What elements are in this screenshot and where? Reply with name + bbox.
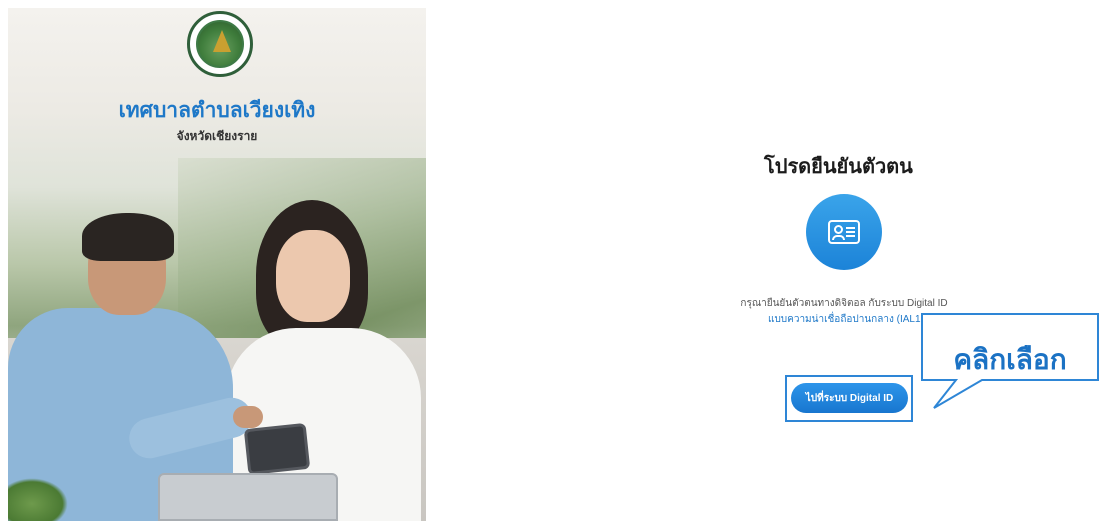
laptop-device: [158, 473, 338, 521]
id-card-icon: [806, 194, 882, 270]
digital-id-button[interactable]: ไปที่ระบบ Digital ID: [791, 383, 908, 413]
callout-text: คลิกเลือก: [953, 344, 1067, 375]
organization-title: เทศบาลตำบลเวียงเทิง: [118, 99, 316, 122]
verify-description: กรุณายืนยันตัวตนทางดิจิตอล กับระบบ Digit…: [740, 298, 948, 309]
verify-title: โปรดยืนยันตัวตน: [764, 156, 913, 178]
woman-face: [276, 230, 350, 322]
man-hair: [82, 213, 174, 261]
plant-decoration: [8, 478, 68, 521]
organization-subtitle: จังหวัดเชียงราย: [176, 129, 258, 143]
tablet-device: [243, 422, 311, 476]
man-hand: [233, 406, 263, 428]
municipality-seal-icon: [187, 11, 253, 77]
hero-panel: เทศบาลตำบลเวียงเทิง จังหวัดเชียงราย: [8, 8, 426, 521]
